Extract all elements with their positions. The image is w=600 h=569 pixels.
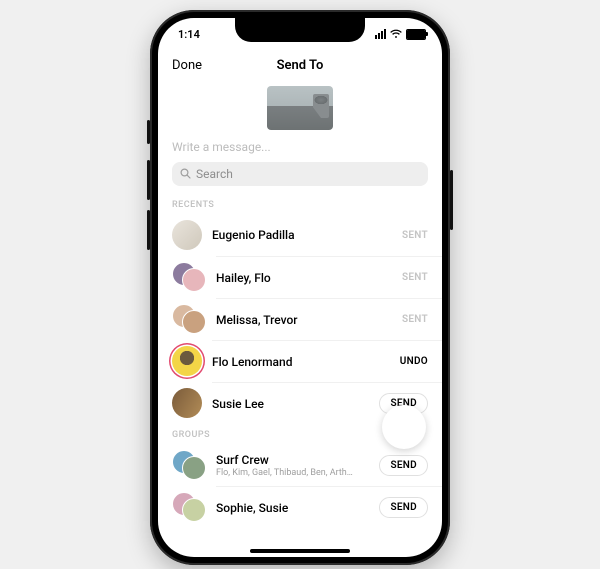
- home-indicator[interactable]: [250, 549, 350, 553]
- contact-name: Melissa, Trevor: [216, 313, 402, 327]
- avatar-group: [172, 492, 206, 522]
- contact-name: Flo Lenormand: [212, 355, 400, 369]
- search-icon: [180, 168, 191, 181]
- notch: [235, 18, 365, 42]
- avatar-group: [172, 262, 206, 292]
- done-button[interactable]: Done: [172, 58, 202, 73]
- status-time: 1:14: [178, 28, 200, 41]
- avatar: [172, 346, 202, 376]
- side-button: [147, 210, 150, 250]
- recents-list: Eugenio Padilla SENT Hailey, Flo SENT: [158, 214, 442, 424]
- send-button[interactable]: SEND: [379, 455, 428, 476]
- avatar: [172, 388, 202, 418]
- list-item[interactable]: Melissa, Trevor SENT: [158, 298, 442, 340]
- contact-name: Susie Lee: [212, 397, 379, 411]
- sent-status: SENT: [402, 272, 428, 283]
- sent-status: SENT: [402, 230, 428, 241]
- avatar: [172, 220, 202, 250]
- page-title: Send To: [277, 58, 324, 73]
- search-placeholder: Search: [196, 167, 233, 181]
- list-item[interactable]: Flo Lenormand UNDO: [158, 340, 442, 382]
- list-item[interactable]: Eugenio Padilla SENT: [158, 214, 442, 256]
- list-item[interactable]: Sophie, Susie SEND: [158, 486, 442, 528]
- group-members: Flo, Kim, Gael, Thibaud, Ben, Arth…: [216, 468, 379, 478]
- phone-frame: 1:14 Done Send To Write a message... S: [150, 10, 450, 565]
- status-right: [375, 29, 426, 40]
- side-button: [147, 120, 150, 144]
- cellular-icon: [375, 29, 386, 39]
- undo-button[interactable]: UNDO: [400, 356, 428, 367]
- group-name: Sophie, Susie: [216, 501, 379, 515]
- sent-status: SENT: [402, 314, 428, 325]
- group-name: Surf Crew: [216, 453, 379, 467]
- contact-name: Eugenio Padilla: [212, 228, 402, 242]
- search-input[interactable]: Search: [172, 162, 428, 186]
- battery-icon: [406, 29, 426, 40]
- side-button: [450, 170, 453, 230]
- message-input[interactable]: Write a message...: [158, 134, 442, 156]
- screen: 1:14 Done Send To Write a message... S: [158, 18, 442, 557]
- nav-bar: Done Send To: [158, 50, 442, 80]
- contact-name: Hailey, Flo: [216, 271, 402, 285]
- floating-action-button[interactable]: [382, 405, 426, 449]
- list-item[interactable]: Surf Crew Flo, Kim, Gael, Thibaud, Ben, …: [158, 444, 442, 486]
- avatar-group: [172, 304, 206, 334]
- wifi-icon: [390, 29, 402, 39]
- avatar-group: [172, 450, 206, 480]
- list-item[interactable]: Hailey, Flo SENT: [158, 256, 442, 298]
- story-preview-thumbnail[interactable]: [267, 86, 333, 130]
- section-header-recents: RECENTS: [158, 194, 442, 214]
- preview-area: [158, 80, 442, 134]
- side-button: [147, 160, 150, 200]
- send-button[interactable]: SEND: [379, 497, 428, 518]
- groups-list: Surf Crew Flo, Kim, Gael, Thibaud, Ben, …: [158, 444, 442, 528]
